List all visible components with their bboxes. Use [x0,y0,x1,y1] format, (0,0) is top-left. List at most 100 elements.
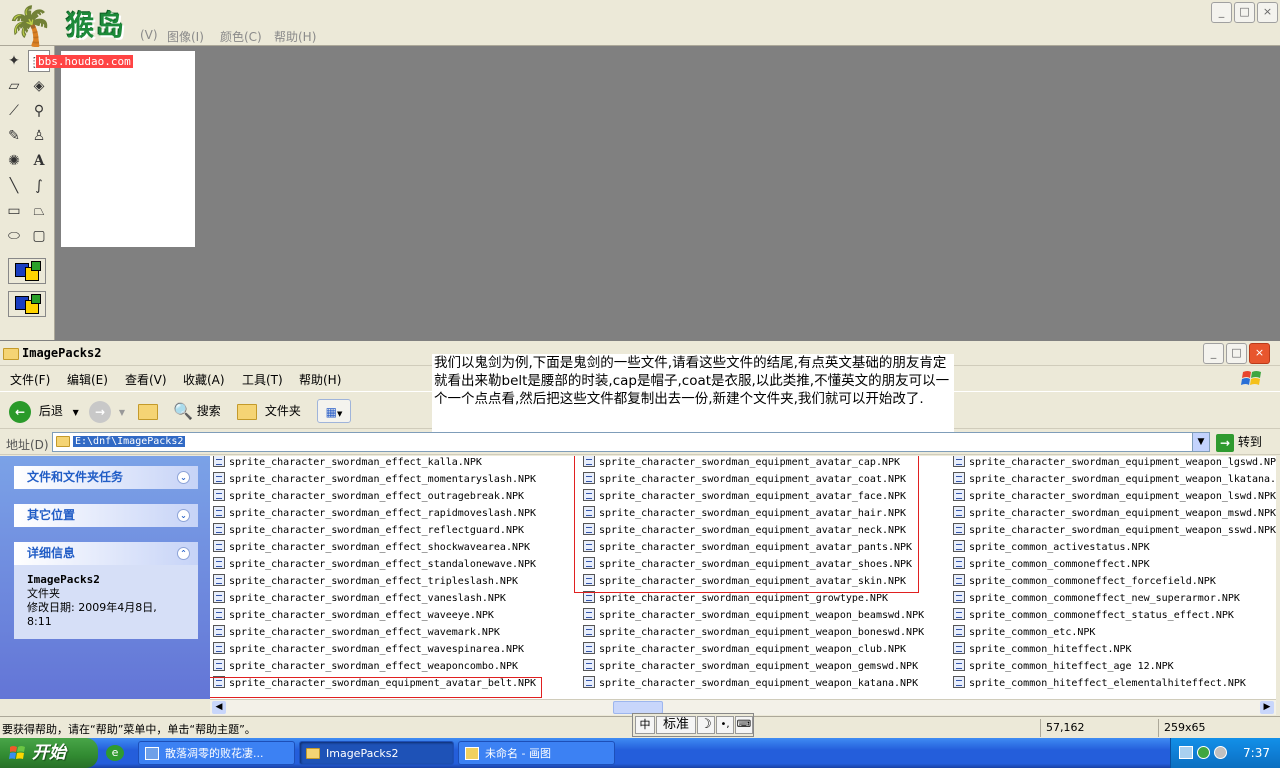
other-places-header[interactable]: 其它位置 ⌄ [14,504,198,527]
rounded-rect-icon[interactable]: ▢ [28,225,50,247]
ime-logo-icon[interactable]: 中 [635,716,655,734]
folders-label: 文件夹 [264,404,301,418]
file-item[interactable]: sprite_character_swordman_equipment_weap… [953,471,1276,488]
details-header[interactable]: 详细信息 ⌃ [14,542,198,565]
minimize-button[interactable]: _ [1211,2,1232,23]
magnifier-icon[interactable]: ⚲ [28,100,50,122]
ime-mode[interactable]: 标准 [656,716,696,734]
task-paint[interactable]: 未命名 - 画图 [458,741,615,765]
scroll-right-icon[interactable]: ▶ [1260,701,1274,714]
file-tasks-header[interactable]: 文件和文件夹任务 ⌄ [14,466,198,489]
menu-colors[interactable]: 颜色(C) [220,28,262,45]
color-picker-icon-2[interactable] [8,291,46,317]
file-item[interactable]: sprite_character_swordman_effect_wavemar… [213,624,500,641]
search-button[interactable]: 🔍 搜索 [173,399,221,423]
curve-icon[interactable]: ∫ [28,175,50,197]
file-item[interactable]: sprite_common_hiteffect_elementalhiteffe… [953,675,1246,692]
task-imagepacks2[interactable]: ImagePacks2 [299,741,454,765]
file-item[interactable]: sprite_character_swordman_effect_kalla.N… [213,456,482,471]
color-picker-icon[interactable] [8,258,46,284]
eraser-icon[interactable]: ▱ [3,75,25,97]
forward-button[interactable]: → ▼ [89,399,125,423]
file-item[interactable]: sprite_common_hiteffect.NPK [953,641,1132,658]
task-browser[interactable]: 散落凋零的败花凄... [138,741,295,765]
file-item[interactable]: sprite_character_swordman_equipment_weap… [583,641,906,658]
file-item[interactable]: sprite_character_swordman_equipment_weap… [583,624,924,641]
file-item[interactable]: sprite_character_swordman_effect_rapidmo… [213,505,536,522]
pencil-icon[interactable]: ✎ [3,125,25,147]
up-folder-button[interactable] [138,399,158,423]
line-icon[interactable]: ╲ [3,175,25,197]
file-item[interactable]: sprite_character_swordman_effect_outrage… [213,488,524,505]
file-item[interactable]: sprite_character_swordman_equipment_weap… [953,505,1276,522]
file-item[interactable]: sprite_common_commoneffect_forcefield.NP… [953,573,1216,590]
ime-toolbar[interactable]: 中 标准 ☽ •, ⌨ [632,713,754,737]
file-item[interactable]: sprite_common_commoneffect.NPK [953,556,1150,573]
back-arrow-icon: ← [9,400,31,423]
file-item[interactable]: sprite_character_swordman_equipment_weap… [583,607,924,624]
file-item[interactable]: sprite_common_commoneffect_new_superarmo… [953,590,1240,607]
eyedropper-icon[interactable]: ⟋ [3,100,25,122]
ellipse-icon[interactable]: ⬭ [3,225,25,247]
file-item[interactable]: sprite_character_swordman_effect_weaponc… [213,658,518,675]
menu-favorites[interactable]: 收藏(A) [183,371,225,388]
menu-file[interactable]: 文件(F) [10,371,50,388]
maximize-button[interactable]: □ [1226,343,1247,364]
expand-icon[interactable]: ⌄ [177,471,190,484]
paint-canvas[interactable] [61,51,195,247]
network-icon[interactable] [1179,746,1193,759]
fill-bucket-icon[interactable]: ◈ [28,75,50,97]
file-item[interactable]: sprite_character_swordman_equipment_weap… [953,488,1276,505]
polygon-icon[interactable]: ⏢ [28,200,50,222]
file-item[interactable]: sprite_common_commoneffect_status_effect… [953,607,1234,624]
start-button[interactable]: 开始 [0,738,98,768]
expand-icon[interactable]: ⌄ [177,509,190,522]
menu-view[interactable]: 查看(V) [125,371,167,388]
file-item[interactable]: sprite_common_etc.NPK [953,624,1095,641]
menu-image[interactable]: 图像(I) [167,28,204,45]
airbrush-icon[interactable]: ✺ [3,150,25,172]
maximize-button[interactable]: □ [1234,2,1255,23]
file-item[interactable]: sprite_character_swordman_equipment_weap… [583,658,918,675]
menu-help[interactable]: 帮助(H) [299,371,341,388]
minimize-button[interactable]: _ [1203,343,1224,364]
file-item[interactable]: sprite_character_swordman_effect_triples… [213,573,518,590]
file-item[interactable]: sprite_common_activestatus.NPK [953,539,1150,556]
soft-keyboard-icon[interactable]: ⌨ [735,716,753,734]
folders-button[interactable]: 文件夹 [237,399,301,423]
menu-edit[interactable]: 编辑(E) [67,371,108,388]
back-button[interactable]: ← 后退 ▼ [9,399,79,423]
menu-tools[interactable]: 工具(T) [242,371,283,388]
tray-app-icon[interactable] [1197,746,1210,759]
file-item[interactable]: sprite_character_swordman_effect_shockwa… [213,539,530,556]
punctuation-icon[interactable]: •, [716,716,734,734]
close-button[interactable]: × [1257,2,1278,23]
address-dropdown[interactable]: ▼ [1192,433,1209,451]
half-width-icon[interactable]: ☽ [697,716,715,734]
file-item[interactable]: sprite_character_swordman_equipment_weap… [583,675,918,692]
scroll-left-icon[interactable]: ◀ [212,701,226,714]
text-tool-icon[interactable]: A [28,150,50,172]
volume-icon[interactable] [1214,746,1227,759]
file-tasks-panel[interactable]: 文件和文件夹任务 ⌄ [14,466,198,489]
file-item[interactable]: sprite_character_swordman_effect_waveeye… [213,607,494,624]
views-button[interactable]: ▦▼ [317,399,351,423]
go-button[interactable]: → 转到 [1216,433,1262,452]
other-places-panel[interactable]: 其它位置 ⌄ [14,504,198,527]
brush-icon[interactable]: ♙ [28,125,50,147]
file-item[interactable]: sprite_character_swordman_effect_wavespi… [213,641,524,658]
rectangle-icon[interactable]: ▭ [3,200,25,222]
file-item[interactable]: sprite_character_swordman_equipment_weap… [953,522,1276,539]
address-bar: 地址(D) E:\dnf\ImagePacks2 ▼ → 转到 [0,430,1280,455]
address-input[interactable]: E:\dnf\ImagePacks2 ▼ [52,432,1210,452]
file-item[interactable]: sprite_character_swordman_effect_standal… [213,556,536,573]
close-button[interactable]: × [1249,343,1270,364]
menu-help[interactable]: 帮助(H) [274,28,316,45]
collapse-icon[interactable]: ⌃ [177,547,190,560]
file-item[interactable]: sprite_character_swordman_effect_momenta… [213,471,536,488]
file-item[interactable]: sprite_common_hiteffect_age 12.NPK [953,658,1174,675]
file-item[interactable]: sprite_character_swordman_effect_reflect… [213,522,524,539]
quick-launch-ie-icon[interactable]: e [106,745,124,761]
file-item[interactable]: sprite_character_swordman_equipment_weap… [953,456,1276,471]
file-item[interactable]: sprite_character_swordman_effect_vanesla… [213,590,506,607]
